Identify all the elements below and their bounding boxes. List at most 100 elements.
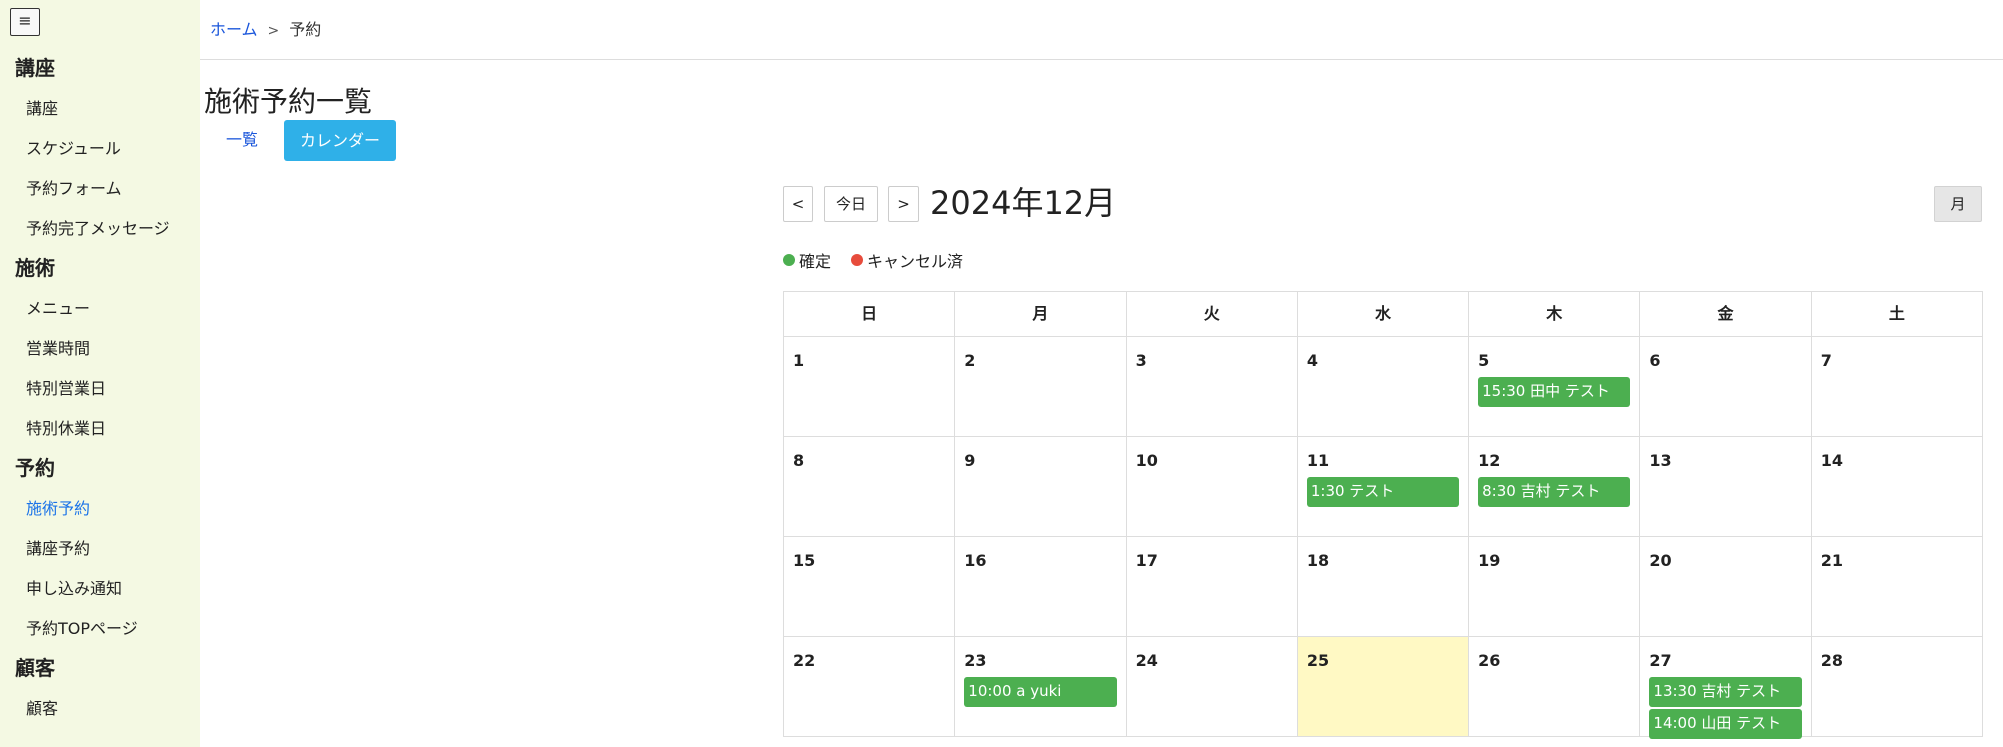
day-number: 28 [1820,651,1843,670]
day-number: 24 [1135,651,1158,670]
calendar-day-cell[interactable]: 7 [1811,337,1983,437]
calendar-day-cell[interactable]: 9 [955,437,1127,537]
breadcrumb-home-link[interactable]: ホーム [210,20,258,39]
calendar-event[interactable]: 15:30 田中 テスト [1478,377,1631,407]
calendar-day-cell[interactable]: 26 [1469,637,1641,737]
calendar-day-cell[interactable]: 20 [1640,537,1812,637]
sidebar-item[interactable]: 予約フォーム [0,170,200,210]
calendar-day-cell[interactable]: 5 15:30 田中 テスト [1469,337,1641,437]
day-number: 23 [964,651,987,670]
day-number: 13 [1649,451,1672,470]
calendar-day-cell[interactable]: 12 8:30 吉村 テスト [1469,437,1641,537]
page-title: 施術予約一覧 [204,85,373,118]
calendar-day-cell[interactable]: 10 [1126,437,1298,537]
status-dot-icon [783,254,795,266]
calendar-day-cell[interactable]: 16 [955,537,1127,637]
day-number: 16 [964,551,987,570]
legend-item: 確定 [783,248,831,272]
day-number: 25 [1306,651,1330,670]
sidebar-group-heading: 予約 [15,456,55,480]
breadcrumb-current: 予約 [289,20,322,39]
calendar-event[interactable]: 10:00 a yuki [964,677,1117,707]
day-number: 21 [1820,551,1843,570]
calendar-day-cell[interactable]: 15 [784,537,956,637]
calendar-day-cell[interactable]: 13 [1640,437,1812,537]
calendar-event[interactable]: 13:30 吉村 テスト [1649,677,1802,707]
weekday-header-row: 日月火水木金土 [784,292,1983,337]
month-view-button[interactable]: 月 [1934,186,1982,222]
sidebar-item[interactable]: 講座予約 [0,530,200,570]
calendar-day-cell[interactable]: 22 [784,637,956,737]
calendar-day-cell[interactable]: 14 [1811,437,1983,537]
day-number: 10 [1135,451,1158,470]
day-number: 15 [793,551,816,570]
calendar-day-cell[interactable]: 23 10:00 a yuki [955,637,1127,737]
legend-label: キャンセル済 [867,252,964,271]
today-button[interactable]: 今日 [824,186,878,222]
calendar-grid: 日月火水木金土 1 2 3 4 5 15:30 田中 テスト 6 7 8 9 10 11 1:30 テス… [783,291,1983,739]
sidebar-item[interactable]: 特別休業日 [0,410,200,450]
calendar-day-cell[interactable]: 21 [1811,537,1983,637]
day-number: 27 [1649,651,1672,670]
day-number: 1 [793,351,805,370]
day-number: 12 [1478,451,1501,470]
status-dot-icon [851,254,864,266]
menu-toggle-button[interactable]: ≡ [10,8,40,36]
calendar-week-row: 15 16 17 18 19 20 21 [784,537,1983,637]
sidebar-group-heading: 施術 [15,256,55,280]
weekday-header: 木 [1469,292,1641,337]
weekday-header: 金 [1640,292,1812,337]
day-number: 26 [1478,651,1501,670]
sidebar-group-heading: 講座 [15,56,55,80]
day-number: 18 [1306,551,1330,570]
prev-month-button[interactable]: < [783,186,813,222]
calendar-week-row: 22 23 10:00 a yuki 24 25 26 27 13:30 吉村 テスト 14:0… [784,637,1983,739]
sidebar-item[interactable]: 特別営業日 [0,370,200,410]
sidebar-item[interactable]: 予約完了メッセージ [0,210,200,250]
calendar-day-cell[interactable]: 1 [784,337,956,437]
day-number: 5 [1478,351,1490,370]
calendar-event[interactable]: 14:00 山田 テスト [1649,709,1802,739]
sidebar-item[interactable]: 予約TOPページ [0,610,200,650]
calendar-day-cell[interactable]: 11 1:30 テスト [1297,437,1470,537]
day-number: 6 [1649,351,1661,370]
weekday-header: 土 [1811,292,1983,337]
calendar-weeks: 1 2 3 4 5 15:30 田中 テスト 6 7 8 9 10 11 1:30 テスト 12 8:30 … [784,337,1983,739]
next-month-button[interactable]: > [888,186,919,222]
calendar-day-cell[interactable]: 2 [955,337,1127,437]
calendar-event[interactable]: 8:30 吉村 テスト [1478,477,1631,507]
tab-calendar-view[interactable]: カレンダー [284,120,397,161]
calendar-day-cell[interactable]: 4 [1297,337,1470,437]
legend-item: キャンセル済 [851,248,963,272]
calendar-day-cell[interactable]: 6 [1640,337,1812,437]
top-bar: ホーム > 予約 [200,0,2003,60]
sidebar: ≡ 講座 講座 スケジュール 予約フォーム 予約完了メッセージ 施術 メニュー 営業時間 特別営… [0,0,200,747]
sidebar-item[interactable]: 申し込み通知 [0,570,200,610]
calendar-event[interactable]: 1:30 テスト [1306,477,1460,507]
day-number: 3 [1135,351,1147,370]
sidebar-item[interactable]: メニュー [0,290,200,330]
calendar-day-cell[interactable]: 28 [1811,637,1983,737]
calendar-day-cell[interactable]: 24 [1126,637,1298,737]
day-number: 2 [964,351,976,370]
day-number: 4 [1306,351,1318,370]
calendar-day-cell[interactable]: 18 [1297,537,1470,637]
calendar-day-cell[interactable]: 19 [1469,537,1641,637]
calendar-day-cell[interactable]: 3 [1126,337,1298,437]
calendar-day-cell[interactable]: 17 [1126,537,1298,637]
legend-label: 確定 [799,252,832,271]
day-number: 17 [1135,551,1158,570]
calendar-day-cell[interactable]: 25 [1297,637,1470,737]
weekday-header: 日 [784,292,956,337]
sidebar-item[interactable]: 施術予約 [0,490,200,530]
sidebar-item[interactable]: 営業時間 [0,330,200,370]
sidebar-item[interactable]: スケジュール [0,130,200,170]
day-number: 8 [793,451,805,470]
sidebar-item[interactable]: 講座 [0,90,200,130]
calendar-day-cell[interactable]: 8 [784,437,956,537]
day-number: 9 [964,451,976,470]
tab-list-view[interactable]: 一覧 [212,120,272,160]
weekday-header: 水 [1297,292,1470,337]
calendar-day-cell[interactable]: 27 13:30 吉村 テスト 14:00 山田 テスト [1640,637,1812,739]
sidebar-item[interactable]: 顧客 [0,690,200,730]
